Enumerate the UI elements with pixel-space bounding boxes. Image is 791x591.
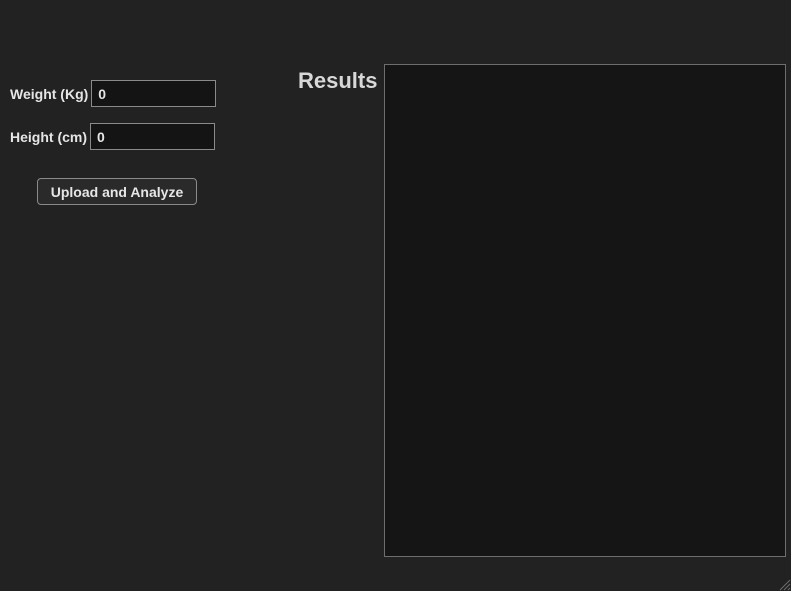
app-window: Weight (Kg) Height (cm) Upload and Analy… — [0, 0, 791, 591]
height-input[interactable] — [90, 123, 215, 150]
resize-grip-icon[interactable] — [777, 577, 791, 591]
height-row: Height (cm) — [10, 123, 215, 150]
results-panel[interactable] — [384, 64, 786, 557]
weight-input[interactable] — [91, 80, 217, 107]
results-title: Results — [298, 68, 378, 93]
height-label: Height (cm) — [10, 128, 87, 145]
weight-row: Weight (Kg) — [10, 80, 217, 107]
weight-label: Weight (Kg) — [10, 85, 89, 102]
upload-and-analyze-button[interactable]: Upload and Analyze — [37, 178, 197, 205]
